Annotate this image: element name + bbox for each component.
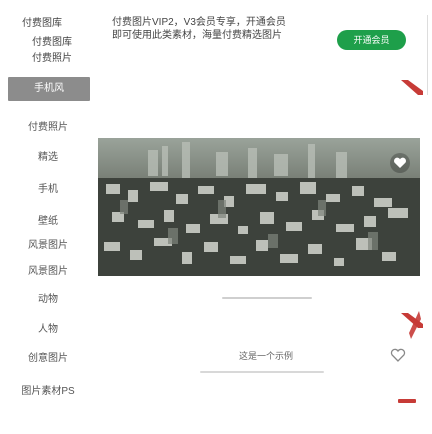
photo-caption-placeholder [222,297,312,299]
ribbon-mark-icon [409,311,421,339]
sidebar-category-b[interactable]: 付费照片 [32,49,72,64]
sidebar-item[interactable]: 风景图片 [0,262,96,277]
favorite-heart-icon[interactable] [389,152,411,174]
sidebar-item[interactable]: 手机 [0,180,96,195]
collapse-arrow-icon[interactable] [399,78,425,96]
sidebar-item[interactable]: 图片素材PS [0,382,96,397]
sidebar-item[interactable]: 壁纸 [0,212,96,227]
sidebar-item[interactable]: 精选 [0,148,96,163]
sidebar-item[interactable]: 付费照片 [0,118,96,133]
sidebar-item[interactable]: 创意图片 [0,349,96,364]
banner-line-2: 即可使用此类素材，海量付费精选图片 [112,30,282,41]
card-title[interactable]: 这是一个示例 [218,349,314,362]
sidebar: 付费图库 付费图库 付费照片 手机风 付费照片 精选 手机 壁纸 风景图片 风景… [0,0,98,434]
red-tag-mark [398,399,416,403]
sidebar-item[interactable]: 人物 [0,320,96,335]
vertical-divider [427,15,428,95]
sidebar-category-top[interactable]: 付费图库 [22,14,62,29]
city-skyline-image [98,138,420,276]
sidebar-category-a[interactable]: 付费图库 [32,33,72,48]
favorite-heart-outline-icon[interactable] [389,346,407,364]
sidebar-item-active[interactable]: 手机风 [8,77,90,101]
sidebar-item[interactable]: 风景图片 [0,236,96,251]
featured-photo[interactable] [98,138,420,276]
sidebar-item[interactable]: 动物 [0,290,96,305]
banner-line-1: 付费图片VIP2，V3会员专享，开通会员 [112,17,286,28]
vip-upgrade-button[interactable]: 开通会员 [337,30,406,50]
card-caption-placeholder [200,371,324,373]
vip-banner-text: 付费图片VIP2，V3会员专享，开通会员 即可使用此类素材，海量付费精选图片 [112,16,332,42]
